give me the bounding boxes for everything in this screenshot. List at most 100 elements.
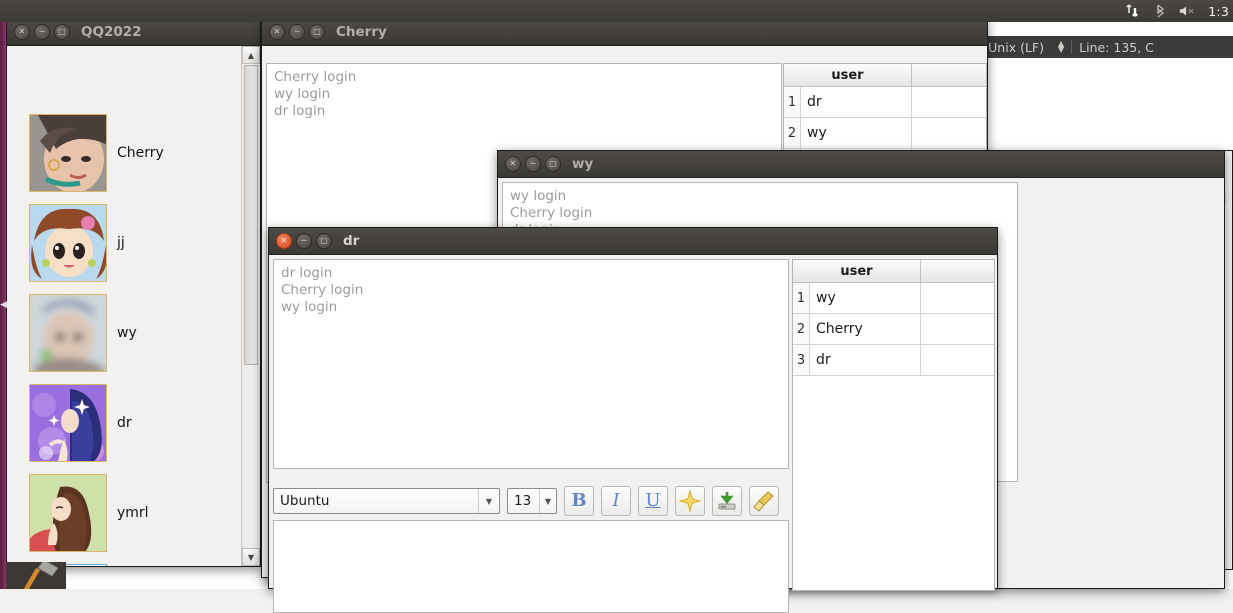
font-size-value: 13	[514, 493, 532, 509]
cell-filler	[912, 87, 986, 117]
italic-icon: I	[612, 490, 620, 511]
maximize-icon[interactable]: □	[309, 24, 325, 40]
bold-icon: B	[571, 490, 587, 511]
member-name: Cherry	[117, 145, 164, 161]
list-item[interactable]: dr	[29, 384, 132, 462]
dr-titlebar[interactable]: ✕ ─ □ dr	[269, 228, 997, 255]
column-header-filler	[912, 64, 986, 86]
cursor-position-label: Line: 135, C	[1079, 39, 1154, 55]
member-name: wy	[117, 325, 137, 341]
emoji-button[interactable]	[675, 486, 705, 516]
qq2022-body: Group members Cherry	[7, 46, 260, 566]
close-icon[interactable]: ✕	[14, 24, 30, 40]
network-updown-icon[interactable]	[1125, 3, 1141, 19]
font-size-select[interactable]: 13 ▼	[507, 488, 557, 514]
column-header-user: user	[793, 260, 921, 282]
cell-filler	[921, 314, 994, 344]
cell-user[interactable]: wy	[801, 118, 912, 148]
cell-user[interactable]: dr	[810, 345, 921, 375]
row-index: 1	[793, 283, 810, 313]
launcher-tile-build-tool[interactable]	[6, 562, 66, 589]
maximize-icon[interactable]: □	[54, 24, 70, 40]
chat-line: Cherry login	[274, 69, 357, 85]
avatar	[29, 294, 107, 372]
list-item[interactable]: jj	[29, 204, 125, 282]
cherry-titlebar[interactable]: ✕ ─ □ Cherry	[262, 19, 987, 46]
scroll-up-icon[interactable]: ▲	[242, 46, 260, 64]
volume-muted-icon[interactable]	[1179, 3, 1195, 19]
bold-button[interactable]: B	[564, 486, 594, 516]
close-icon[interactable]: ✕	[276, 233, 292, 249]
list-item[interactable]: wy	[29, 294, 137, 372]
scroll-down-icon[interactable]: ▼	[242, 548, 260, 566]
cherry-window-buttons[interactable]: ✕ ─ □	[269, 24, 325, 40]
chevron-down-icon[interactable]: ▼	[478, 489, 499, 513]
broom-icon	[753, 491, 774, 512]
dr-title: dr	[343, 233, 360, 249]
dr-message-composer[interactable]	[273, 520, 789, 613]
avatar	[29, 204, 107, 282]
clock[interactable]: 1:3	[1208, 4, 1229, 19]
minimize-icon[interactable]: ─	[289, 24, 305, 40]
wy-window-buttons[interactable]: ✕ ─ □	[505, 156, 561, 172]
font-family-select[interactable]: Ubuntu ▼	[273, 488, 500, 514]
table-row[interactable]: 1 wy	[793, 283, 994, 314]
group-members-scrollbar[interactable]: ▲ ▼	[241, 46, 260, 566]
member-name: ymrl	[117, 505, 149, 521]
row-index: 2	[784, 118, 801, 148]
qq2022-titlebar[interactable]: ✕ ─ □ QQ2022	[7, 19, 260, 46]
qq2022-window-buttons[interactable]: ✕ ─ □	[14, 24, 70, 40]
chat-line: dr login	[281, 265, 333, 281]
list-item[interactable]: Cherry	[29, 114, 164, 192]
line-ending-label[interactable]: Unix (LF)	[981, 36, 1051, 58]
italic-button[interactable]: I	[601, 486, 631, 516]
launcher-reveal-arrow-icon[interactable]: ◀	[0, 299, 7, 311]
maximize-icon[interactable]: □	[545, 156, 561, 172]
table-header: user	[793, 260, 994, 283]
cell-user[interactable]: dr	[801, 87, 912, 117]
wy-titlebar[interactable]: ✕ ─ □ wy	[498, 151, 1224, 178]
cell-user[interactable]: wy	[810, 283, 921, 313]
minimize-icon[interactable]: ─	[296, 233, 312, 249]
dr-user-table[interactable]: user 1 wy 2 Cherry 3 dr	[792, 259, 995, 591]
dr-chat-log[interactable]: dr login Cherry login wy login	[273, 259, 789, 469]
editor-status-bar: ▲▼ Unix (LF) ▲▼ Line: 135, C	[960, 36, 1233, 58]
avatar	[29, 384, 107, 462]
scrollbar-thumb[interactable]	[244, 65, 258, 365]
chat-line: dr login	[274, 103, 326, 119]
minimize-icon[interactable]: ─	[525, 156, 541, 172]
font-family-value: Ubuntu	[280, 493, 330, 509]
dr-window-buttons[interactable]: ✕ ─ □	[276, 233, 332, 249]
cell-filler	[921, 283, 994, 313]
save-file-button[interactable]	[712, 486, 742, 516]
chat-line: Cherry login	[281, 282, 364, 298]
group-members-list[interactable]: Cherry jj wy dr ymrl	[7, 46, 242, 566]
dr-body: dr login Cherry login wy login user 1 wy…	[269, 255, 997, 613]
bluetooth-icon[interactable]	[1152, 3, 1168, 19]
avatar	[29, 474, 107, 552]
maximize-icon[interactable]: □	[316, 233, 332, 249]
close-icon[interactable]: ✕	[269, 24, 285, 40]
table-row[interactable]: 2 wy	[784, 118, 986, 149]
chevron-down-icon-2[interactable]: ▼	[539, 489, 556, 513]
window-qq2022[interactable]: ✕ ─ □ QQ2022 Group members	[6, 18, 261, 567]
table-header: user	[784, 64, 986, 87]
chat-line: wy login	[281, 299, 338, 315]
list-item[interactable]: ymrl	[29, 474, 149, 552]
cell-filler	[912, 118, 986, 148]
dr-format-toolbar[interactable]: Ubuntu ▼ 13 ▼ B I U	[273, 486, 779, 516]
minimize-icon[interactable]: ─	[34, 24, 50, 40]
table-row[interactable]: 2 Cherry	[793, 314, 994, 345]
row-index: 3	[793, 345, 810, 375]
unity-top-panel[interactable]: 1:3	[0, 0, 1233, 22]
cell-user[interactable]: Cherry	[810, 314, 921, 344]
underline-button[interactable]: U	[638, 486, 668, 516]
avatar	[29, 114, 107, 192]
close-icon[interactable]: ✕	[505, 156, 521, 172]
sparkle-icon	[679, 490, 701, 512]
cursor-spinner[interactable]: ▲ ▼	[1051, 36, 1071, 58]
window-dr[interactable]: ✕ ─ □ dr dr login Cherry login wy login …	[268, 227, 998, 613]
clear-button[interactable]	[749, 486, 779, 516]
table-row[interactable]: 1 dr	[784, 87, 986, 118]
table-row[interactable]: 3 dr	[793, 345, 994, 376]
